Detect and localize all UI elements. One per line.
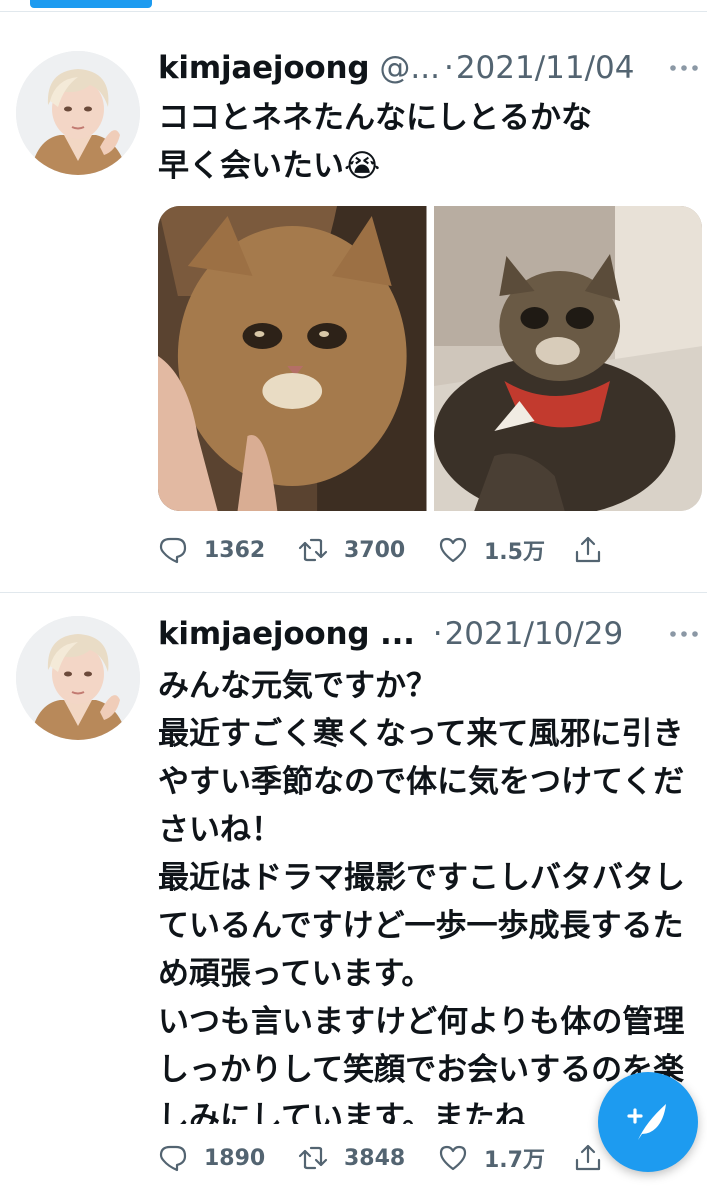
reply-count: 1362: [204, 537, 266, 563]
reply-button[interactable]: 1362: [158, 535, 298, 565]
reply-button[interactable]: 1890: [158, 1143, 298, 1173]
share-button[interactable]: [573, 1143, 603, 1173]
compose-tweet-icon: [627, 1104, 666, 1140]
more-icon: [670, 65, 698, 71]
tweet-date[interactable]: 2021/11/04: [456, 50, 635, 86]
reply-icon: [159, 1145, 187, 1172]
tweet-header: kimjaejoong @... · 2021/11/04: [158, 48, 635, 88]
like-count: 1.5万: [484, 540, 545, 565]
retweet-icon: [298, 538, 328, 562]
tweet-header: kimjaejoong ... · 2021/10/29: [158, 614, 623, 654]
cat-photo-1[interactable]: [158, 206, 427, 511]
timeline-screen: kimjaejoong @... · 2021/11/04 ココとネネたんなにし…: [0, 0, 707, 1199]
tweet-media[interactable]: [158, 206, 702, 511]
separator-dot: ·: [432, 616, 443, 652]
retweet-icon: [298, 1146, 328, 1170]
share-icon: [575, 1144, 601, 1171]
top-divider: [0, 11, 707, 12]
avatar[interactable]: [16, 616, 140, 740]
separator-dot: ·: [443, 50, 454, 86]
tweet-actions: 1890 3848 1.7万: [158, 1138, 603, 1178]
reply-count: 1890: [204, 1145, 266, 1171]
retweet-button[interactable]: 3848: [298, 1143, 438, 1173]
user-handle[interactable]: @...: [379, 50, 440, 86]
display-name[interactable]: kimjaejoong ...: [158, 616, 415, 652]
compose-tweet-button[interactable]: [598, 1072, 698, 1172]
active-tab-indicator: [30, 0, 152, 8]
heart-icon: [439, 1145, 467, 1171]
display-name[interactable]: kimjaejoong: [158, 50, 370, 86]
more-icon: [670, 631, 698, 637]
more-options-button[interactable]: [664, 619, 704, 649]
like-button[interactable]: 1.5万: [438, 534, 573, 566]
tweet-divider: [0, 592, 707, 593]
tweet-actions: 1362 3700 1.5万: [158, 530, 603, 570]
avatar[interactable]: [16, 51, 140, 175]
retweet-count: 3848: [344, 1145, 406, 1171]
tweet-text: ココとネネたんなにしとるかな 早く会いたい😭: [158, 100, 592, 184]
more-options-button[interactable]: [664, 53, 704, 83]
share-button[interactable]: [573, 535, 603, 565]
reply-icon: [159, 537, 187, 564]
retweet-button[interactable]: 3700: [298, 535, 438, 565]
like-button[interactable]: 1.7万: [438, 1142, 573, 1174]
share-icon: [575, 536, 601, 563]
cat-photo-2[interactable]: [433, 206, 702, 511]
tweet-text: みんな元気ですか？ 最近すごく寒くなって来て風邪に引きやすい季節なので体に気をつ…: [158, 668, 685, 1124]
heart-icon: [439, 537, 467, 563]
tweet-date[interactable]: 2021/10/29: [445, 616, 624, 652]
like-count: 1.7万: [484, 1148, 545, 1173]
retweet-count: 3700: [344, 537, 406, 563]
